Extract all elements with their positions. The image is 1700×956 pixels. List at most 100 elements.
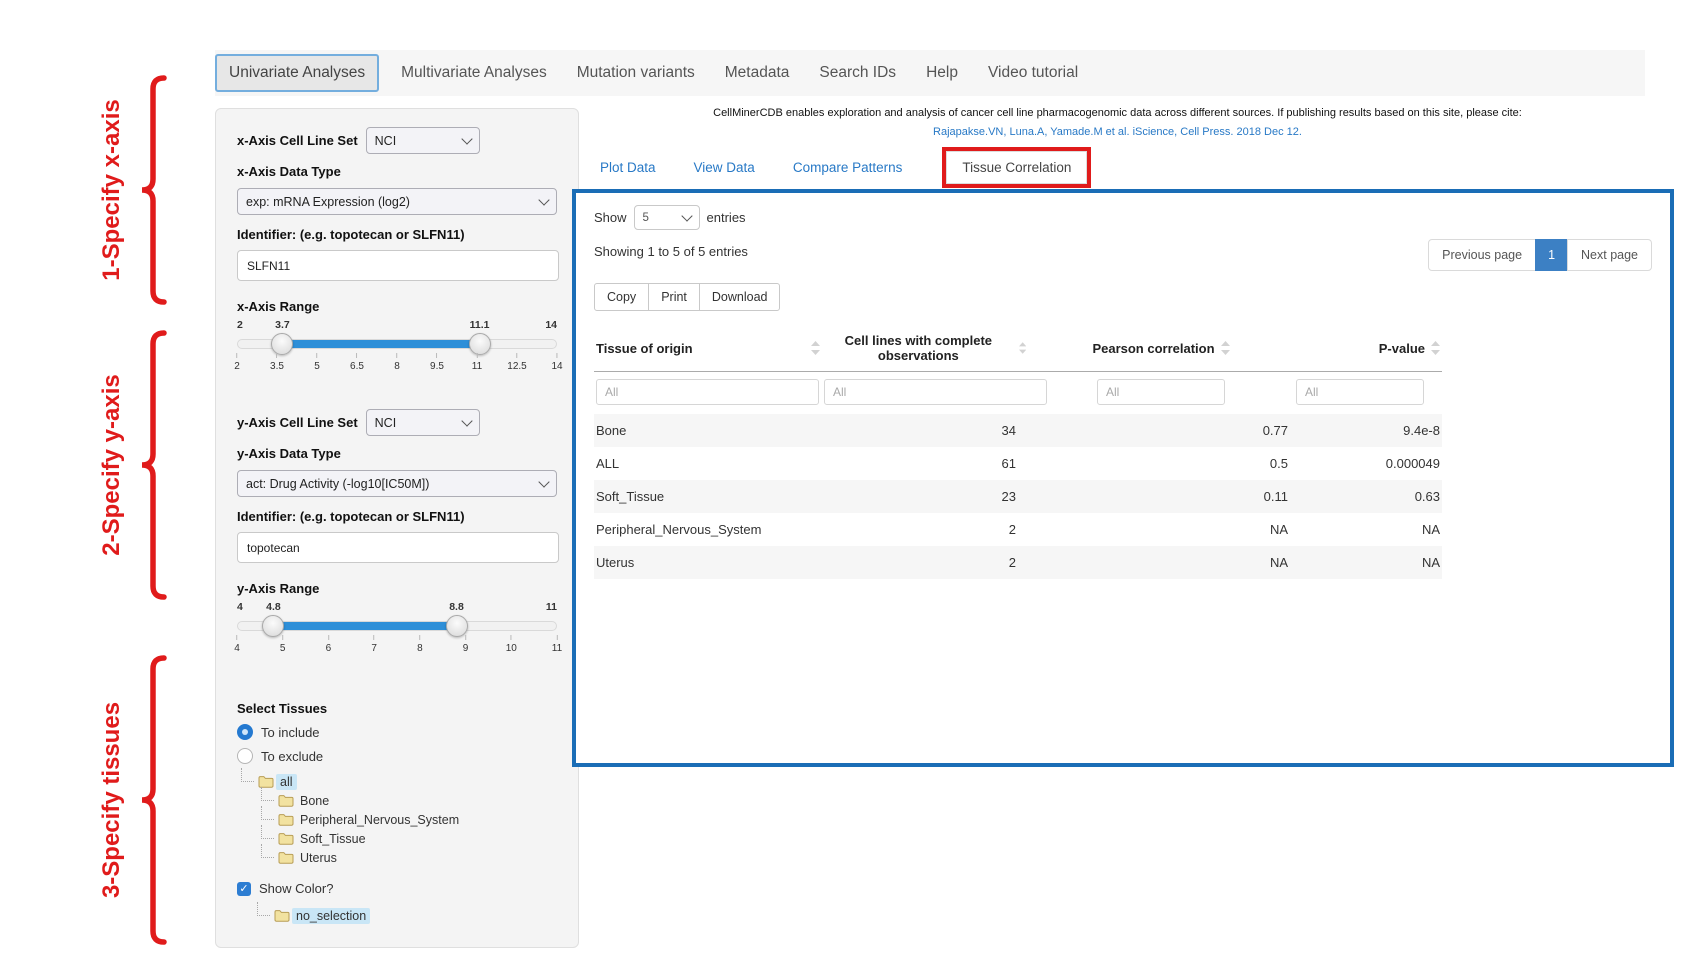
tree-item-label[interactable]: all xyxy=(276,774,297,790)
nav-tab-help[interactable]: Help xyxy=(926,64,958,82)
slider-min-label: 2 xyxy=(237,319,243,331)
analysis-subtabs: Plot Data View Data Compare Patterns Tissu… xyxy=(600,146,1091,189)
slider-tick: 9.5 xyxy=(430,353,444,372)
copy-button[interactable]: Copy xyxy=(594,283,649,311)
next-page-button[interactable]: Next page xyxy=(1567,239,1652,271)
cell-value: NA xyxy=(1294,546,1442,579)
tree-item-soft-tissue[interactable]: Soft_Tissue xyxy=(261,829,557,848)
nav-tab-mutation-variants[interactable]: Mutation variants xyxy=(577,64,695,82)
y-cell-line-set-select[interactable]: NCI xyxy=(366,409,480,436)
cell-value: 0.5 xyxy=(1028,447,1294,480)
folder-icon xyxy=(278,832,294,845)
page-number-button[interactable]: 1 xyxy=(1535,239,1568,271)
tree-item-label[interactable]: no_selection xyxy=(292,908,370,924)
sort-icon[interactable] xyxy=(811,341,820,355)
radio-to-include-control[interactable] xyxy=(237,724,253,740)
previous-page-button[interactable]: Previous page xyxy=(1428,239,1536,271)
filter-input-cell-lines-with-complete-observations[interactable] xyxy=(824,379,1047,405)
tree-item-label[interactable]: Bone xyxy=(296,793,333,809)
x-data-type-select[interactable]: exp: mRNA Expression (log2) xyxy=(237,188,557,215)
citation-link[interactable]: Rajapakse.VN, Luna.A, Yamade.M et al. iS… xyxy=(575,123,1660,142)
radio-to-exclude-control[interactable] xyxy=(237,748,253,764)
slider-track[interactable] xyxy=(237,621,557,631)
nav-tab-univariate-analyses[interactable]: Univariate Analyses xyxy=(215,54,379,92)
slider-handle[interactable] xyxy=(469,333,491,355)
citation-text: CellMinerCDB enables exploration and ana… xyxy=(575,104,1660,123)
cell-tissue: Peripheral_Nervous_System xyxy=(594,513,822,546)
tab-plot-data[interactable]: Plot Data xyxy=(600,160,656,175)
tree-item-label[interactable]: Peripheral_Nervous_System xyxy=(296,812,463,828)
nav-tab-metadata[interactable]: Metadata xyxy=(725,64,790,82)
tissue-correlation-annotation-box: Tissue Correlation xyxy=(942,147,1091,188)
download-button[interactable]: Download xyxy=(699,283,781,311)
tree-item-uterus[interactable]: Uterus xyxy=(261,848,557,867)
slider-tick: 11 xyxy=(472,353,482,372)
slider-tick: 6 xyxy=(326,635,332,654)
tree-item-label[interactable]: Uterus xyxy=(296,850,341,866)
sort-icon[interactable] xyxy=(1221,341,1230,355)
y-range-slider: 44.88.8114567891011 xyxy=(237,601,557,665)
y-data-type-select[interactable]: act: Drug Activity (-log10[IC50M]) xyxy=(237,470,557,497)
slider-max-label: 11 xyxy=(546,601,557,613)
radio-to-include[interactable]: To include xyxy=(237,724,557,740)
table-row[interactable]: ALL610.50.000049 xyxy=(594,447,1442,480)
cell-value: 0.63 xyxy=(1294,480,1442,513)
table-row[interactable]: Peripheral_Nervous_System2NANA xyxy=(594,513,1442,546)
radio-to-exclude[interactable]: To exclude xyxy=(237,748,557,764)
slider-low-label: 3.7 xyxy=(275,319,290,331)
annotation-specify-x-axis: 1-Specify x-axis xyxy=(98,40,126,340)
tab-compare-patterns[interactable]: Compare Patterns xyxy=(793,160,903,175)
tree-item-bone[interactable]: Bone xyxy=(261,791,557,810)
cell-tissue: Soft_Tissue xyxy=(594,480,822,513)
tree-item-no-selection[interactable]: no_selection xyxy=(257,906,557,925)
nav-tab-video-tutorial[interactable]: Video tutorial xyxy=(988,64,1078,82)
tree-item-peripheral-nervous-system[interactable]: Peripheral_Nervous_System xyxy=(261,810,557,829)
tree-item-all[interactable]: all xyxy=(241,772,557,791)
tree-connector xyxy=(261,787,274,801)
x-cell-line-set-select[interactable]: NCI xyxy=(366,127,480,154)
cell-value: 23 xyxy=(822,480,1028,513)
column-header-cell-lines-with-complete-observations[interactable]: Cell lines with complete observations xyxy=(822,323,1028,372)
sort-icon[interactable] xyxy=(1431,341,1440,355)
y-identifier-input[interactable] xyxy=(237,532,559,563)
export-button-group: CopyPrintDownload xyxy=(594,283,780,311)
table-row[interactable]: Uterus2NANA xyxy=(594,546,1442,579)
tab-view-data[interactable]: View Data xyxy=(694,160,755,175)
tab-tissue-correlation[interactable]: Tissue Correlation xyxy=(946,151,1087,184)
x-identifier-input[interactable] xyxy=(237,250,559,281)
slider-handle[interactable] xyxy=(271,333,293,355)
filter-input-tissue-of-origin[interactable] xyxy=(596,379,819,405)
tree-item-label[interactable]: Soft_Tissue xyxy=(296,831,370,847)
annotation-bracket-y-axis xyxy=(138,330,168,600)
slider-handle[interactable] xyxy=(446,615,468,637)
table-row[interactable]: Soft_Tissue230.110.63 xyxy=(594,480,1442,513)
slider-handle[interactable] xyxy=(262,615,284,637)
entries-count-select[interactable]: 5 xyxy=(634,205,700,230)
slider-fill xyxy=(283,340,479,348)
print-button[interactable]: Print xyxy=(648,283,700,311)
x-data-type-value: exp: mRNA Expression (log2) xyxy=(246,195,410,209)
show-color-checkbox[interactable]: ✓ xyxy=(237,882,251,896)
column-header-pearson-correlation[interactable]: Pearson correlation xyxy=(1028,323,1294,372)
filter-input-pearson-correlation[interactable] xyxy=(1097,379,1225,405)
citation: CellMinerCDB enables exploration and ana… xyxy=(575,104,1660,141)
x-range-slider: 23.711.11423.556.589.51112.514 xyxy=(237,319,557,383)
column-header-p-value[interactable]: P-value xyxy=(1294,323,1442,372)
sort-icon[interactable] xyxy=(1019,341,1026,355)
chevron-down-icon xyxy=(538,194,549,205)
control-panel: x-Axis Cell Line Set NCI x-Axis Data Typ… xyxy=(215,108,579,948)
nav-tab-multivariate-analyses[interactable]: Multivariate Analyses xyxy=(401,64,547,82)
cell-tissue: Bone xyxy=(594,414,822,447)
no-selection-tree: no_selection xyxy=(257,906,557,925)
pagination: Previous page1Next page xyxy=(1429,239,1652,271)
filter-input-p-value[interactable] xyxy=(1296,379,1424,405)
slider-tick: 11 xyxy=(552,635,562,654)
nav-tab-search-ids[interactable]: Search IDs xyxy=(819,64,896,82)
column-header-tissue-of-origin[interactable]: Tissue of origin xyxy=(594,323,822,372)
tree-connector xyxy=(261,844,274,858)
entries-label: entries xyxy=(707,210,746,225)
y-cell-line-set-value: NCI xyxy=(375,416,397,430)
show-color-row[interactable]: ✓ Show Color? xyxy=(237,881,557,896)
table-row[interactable]: Bone340.779.4e-8 xyxy=(594,414,1442,447)
tree-connector xyxy=(261,825,274,839)
